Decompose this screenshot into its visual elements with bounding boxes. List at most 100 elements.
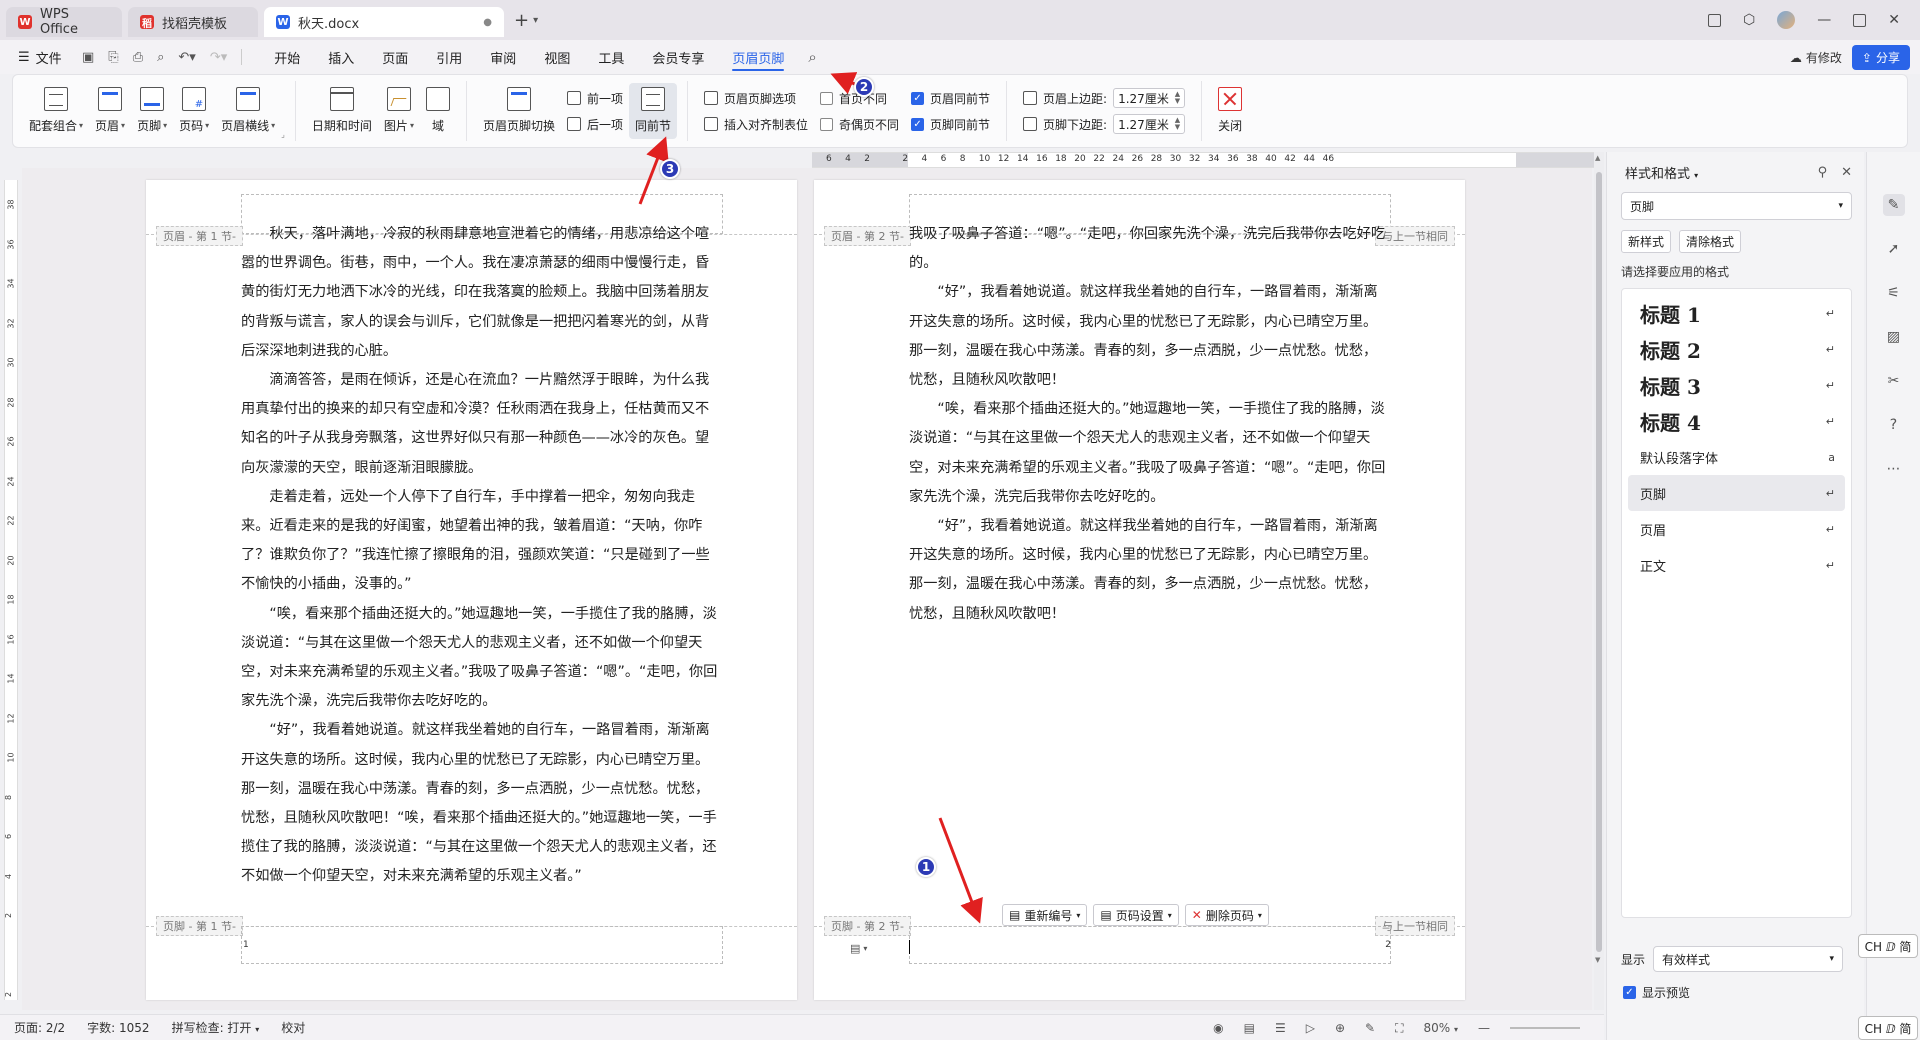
- odd-even-different-checkbox[interactable]: 奇偶页不同: [820, 115, 899, 133]
- insert-align-tab-button[interactable]: 插入对齐制表位: [704, 115, 808, 133]
- scroll-thumb[interactable]: [1596, 172, 1602, 952]
- header-line-button[interactable]: 页眉横线 ▾: [215, 83, 281, 139]
- file-menu-button[interactable]: ☰ 文件: [0, 48, 70, 67]
- footer-same-prev-checkbox[interactable]: ✓ 页脚同前节: [911, 115, 990, 133]
- page-view-icon[interactable]: ▤: [1244, 1021, 1255, 1035]
- spell-check-toggle[interactable]: 拼写检查: 打开 ▾: [172, 1019, 260, 1036]
- web-view-icon[interactable]: ⊕: [1335, 1021, 1345, 1035]
- page-1[interactable]: 页眉 - 第 1 节- 秋天，落叶满地，冷寂的秋雨肆意地宣泄着它的情绪，用悲凉给…: [146, 180, 797, 1000]
- tab-review[interactable]: 审阅: [476, 40, 530, 74]
- field-button[interactable]: 域: [420, 83, 456, 139]
- cube-icon[interactable]: ⬡: [1743, 12, 1755, 28]
- close-icon[interactable]: ✕: [1841, 165, 1852, 180]
- help-icon[interactable]: ?: [1883, 414, 1905, 436]
- show-filter-select[interactable]: 有效样式 ▾: [1653, 946, 1844, 972]
- next-item-button[interactable]: 后一项: [566, 115, 623, 133]
- page-2-body[interactable]: 我吸了吸鼻子答道：“嗯”。“走吧，你回家先洗个澡，洗完后我带你去吃好吃的。 “好…: [909, 220, 1391, 629]
- style-item-heading-2[interactable]: 标题 2 ↵: [1628, 331, 1845, 367]
- tab-document[interactable]: W 秋天.docx ●: [264, 7, 504, 37]
- header-top-margin-input[interactable]: 1.27厘米 ▲ ▼: [1113, 88, 1186, 108]
- style-item-heading-4[interactable]: 标题 4 ↵: [1628, 403, 1845, 439]
- zoom-slider[interactable]: [1510, 1027, 1580, 1029]
- spinner-arrows-icon[interactable]: ▲ ▼: [1175, 91, 1180, 105]
- header-same-prev-checkbox[interactable]: ✓ 页眉同前节: [911, 89, 990, 107]
- show-preview-checkbox[interactable]: ✓ 显示预览: [1623, 984, 1690, 1001]
- word-count[interactable]: 字数: 1052: [87, 1019, 149, 1036]
- pen-icon[interactable]: ✎: [1365, 1021, 1375, 1035]
- pointer-icon[interactable]: ➚: [1883, 238, 1905, 260]
- scroll-down-icon[interactable]: ▼: [1595, 956, 1600, 964]
- footer-button[interactable]: 页脚 ▾: [131, 83, 173, 139]
- style-item-header[interactable]: 页眉 ↵: [1628, 511, 1845, 547]
- tab-header-footer[interactable]: 页眉页脚: [718, 40, 798, 74]
- vertical-ruler[interactable]: 38 36 34 32 30 28 26 24 22 20 18 16 14 12 10 8 6 4 2 2: [4, 180, 18, 1000]
- proofread-button[interactable]: 校对: [281, 1019, 305, 1036]
- tab-view[interactable]: 视图: [530, 40, 584, 74]
- page-2[interactable]: 页眉 - 第 2 节- 与上一节相同 我吸了吸鼻子答道：“嗯”。“走吧，你回家先…: [814, 180, 1465, 1000]
- combo-button[interactable]: 配套组合 ▾: [23, 83, 89, 139]
- tab-template[interactable]: 稻 找稻壳模板: [128, 7, 258, 37]
- previous-item-button[interactable]: 前一项: [566, 89, 623, 107]
- horizontal-ruler[interactable]: 6 4 2 2 4 6 8 10 12 14 16 18 20 22 24 26 28 30 32 34 36 38 40 4…: [812, 152, 1600, 168]
- vertical-scrollbar[interactable]: ▲ ▼: [1594, 152, 1604, 1010]
- style-item-heading-3[interactable]: 标题 3 ↵: [1628, 367, 1845, 403]
- tab-close-dot-icon[interactable]: ●: [483, 17, 492, 28]
- page-number-settings-button[interactable]: ▤ 页码设置 ▾: [1093, 904, 1179, 926]
- date-time-button[interactable]: 日期和时间: [306, 83, 378, 139]
- tab-page[interactable]: 页面: [368, 40, 422, 74]
- expand-corner-icon[interactable]: ⌟: [281, 130, 285, 139]
- search-icon[interactable]: ⌕: [808, 48, 816, 66]
- panel-title-button[interactable]: 样式和格式 ▾: [1625, 163, 1698, 182]
- style-item-footer[interactable]: 页脚 ↵: [1628, 475, 1845, 511]
- tab-references[interactable]: 引用: [422, 40, 476, 74]
- edit-image-icon[interactable]: ▨: [1883, 326, 1905, 348]
- style-item-default-font[interactable]: 默认段落字体 a: [1628, 439, 1845, 475]
- scroll-up-icon[interactable]: ▲: [1595, 154, 1600, 162]
- export-icon[interactable]: ⎘: [108, 50, 118, 65]
- redo-icon[interactable]: ↷▾: [210, 50, 227, 65]
- avatar[interactable]: [1777, 11, 1796, 29]
- save-icon[interactable]: ▣: [82, 50, 94, 65]
- tab-tools[interactable]: 工具: [584, 40, 638, 74]
- print-icon[interactable]: ⎙: [133, 50, 143, 65]
- pen-style-icon[interactable]: ✎: [1882, 194, 1905, 216]
- tab-start[interactable]: 开始: [260, 40, 314, 74]
- new-tab-plus-icon[interactable]: +: [514, 10, 529, 31]
- play-icon[interactable]: ▷: [1306, 1021, 1315, 1035]
- clear-format-button[interactable]: 清除格式: [1679, 230, 1742, 253]
- header-button[interactable]: 页眉 ▾: [89, 83, 131, 139]
- footer-bottom-margin-input[interactable]: 1.27厘米 ▲ ▼: [1113, 114, 1186, 134]
- page-count[interactable]: 页面: 2/2: [14, 1019, 65, 1036]
- style-item-body[interactable]: 正文 ↵: [1628, 547, 1845, 583]
- footer-layout-icon[interactable]: ▤ ▾: [850, 942, 867, 955]
- same-as-previous-button[interactable]: 同前节: [628, 83, 677, 139]
- zoom-level[interactable]: 80% ▾: [1423, 1021, 1458, 1035]
- switch-hf-button[interactable]: 页眉页脚切换: [477, 83, 561, 139]
- renumber-button[interactable]: ▤ 重新编号 ▾: [1002, 904, 1088, 926]
- tools-icon[interactable]: ✂: [1883, 370, 1905, 392]
- delete-page-number-button[interactable]: ✕ 删除页码 ▾: [1184, 904, 1269, 926]
- current-style-select[interactable]: 页脚 ▾: [1621, 192, 1852, 220]
- tab-insert[interactable]: 插入: [314, 40, 368, 74]
- document-canvas[interactable]: 页眉 - 第 1 节- 秋天，落叶满地，冷寂的秋雨肆意地宣泄着它的情绪，用悲凉给…: [22, 168, 1592, 1010]
- footer-area[interactable]: [241, 926, 723, 964]
- print-preview-icon[interactable]: ⌕: [157, 50, 164, 65]
- footer-area[interactable]: [909, 926, 1391, 964]
- restore-icon[interactable]: [1853, 13, 1867, 27]
- style-item-heading-1[interactable]: 标题 1 ↵: [1628, 295, 1845, 331]
- spinner-arrows-icon[interactable]: ▲ ▼: [1175, 117, 1180, 131]
- ime-indicator[interactable]: CH ⅅ 简: [1858, 1016, 1918, 1040]
- close-window-icon[interactable]: ✕: [1888, 12, 1900, 28]
- pin-icon[interactable]: ⚲: [1818, 165, 1828, 180]
- fit-width-icon[interactable]: ⛶: [1395, 1021, 1403, 1036]
- modify-status-button[interactable]: ☁ 有修改: [1790, 49, 1842, 66]
- more-icon[interactable]: ⋯: [1883, 458, 1905, 480]
- zoom-out-icon[interactable]: —: [1478, 1021, 1490, 1035]
- minimize-icon[interactable]: —: [1817, 12, 1831, 28]
- tab-wps-office[interactable]: W WPS Office: [6, 7, 122, 37]
- new-style-button[interactable]: 新样式: [1621, 230, 1672, 253]
- window-layout-icon[interactable]: [1708, 13, 1722, 27]
- hf-options-button[interactable]: 页眉页脚选项: [704, 89, 808, 107]
- picture-button[interactable]: 图片 ▾: [378, 83, 420, 139]
- outline-view-icon[interactable]: ☰: [1275, 1021, 1286, 1035]
